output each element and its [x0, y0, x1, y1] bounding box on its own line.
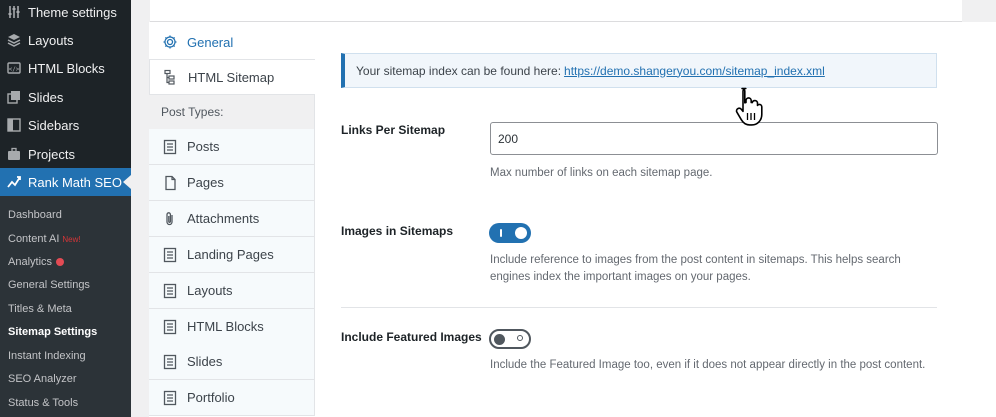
- page-icon: [161, 174, 179, 192]
- tab-label: Landing Pages: [187, 247, 274, 262]
- tab-label: Portfolio: [187, 390, 235, 405]
- toggle-off-mark: [517, 335, 523, 341]
- submenu-dashboard[interactable]: Dashboard: [8, 209, 62, 221]
- menu-item-rank-math-seo[interactable]: Rank Math SEO: [0, 168, 131, 196]
- paperclip-icon: [161, 210, 179, 228]
- submenu-seo-analyzer[interactable]: SEO Analyzer: [8, 373, 76, 385]
- menu-item-theme-settings[interactable]: Theme settings: [0, 0, 131, 26]
- tab-landing-pages[interactable]: Landing Pages: [149, 237, 315, 273]
- images-in-sitemaps-description: Include reference to images from the pos…: [490, 254, 901, 283]
- hand-pointer-icon: [735, 87, 763, 126]
- tab-label: Attachments: [187, 211, 260, 226]
- links-per-sitemap-description: Max number of links on each sitemap page…: [490, 167, 713, 179]
- sliders-icon: [6, 4, 22, 20]
- document-icon: [161, 318, 179, 336]
- menu-label: HTML Blocks: [28, 60, 105, 76]
- tab-html-sitemap[interactable]: HTML Sitemap: [149, 59, 315, 95]
- tab-portfolio[interactable]: Portfolio: [149, 380, 315, 416]
- sitemap-index-notice: Your sitemap index can be found here: ht…: [341, 53, 937, 88]
- submenu-general-settings[interactable]: General Settings: [8, 279, 90, 291]
- settings-tabs: General HTML Sitemap Post Types: Posts P…: [149, 22, 315, 417]
- include-featured-images-toggle[interactable]: [489, 329, 531, 349]
- toggle-knob: [494, 334, 505, 345]
- tab-label: Pages: [187, 175, 224, 190]
- new-badge: New!: [62, 235, 81, 244]
- tab-layouts[interactable]: Layouts: [149, 273, 315, 309]
- menu-label: Rank Math SEO: [28, 174, 122, 190]
- tab-general[interactable]: General: [149, 24, 315, 60]
- menu-label: Theme settings: [28, 4, 117, 20]
- submenu-content-ai[interactable]: Content AI New!: [8, 233, 81, 245]
- submenu-titles-meta[interactable]: Titles & Meta: [8, 303, 72, 315]
- top-card-edge: [150, 0, 962, 22]
- gear-icon: [161, 33, 179, 51]
- tab-label: Posts: [187, 139, 220, 154]
- tab-label: HTML Blocks: [187, 319, 264, 334]
- menu-item-layouts[interactable]: Layouts: [0, 26, 131, 54]
- tab-attachments[interactable]: Attachments: [149, 201, 315, 237]
- menu-item-slides[interactable]: Slides: [0, 83, 131, 111]
- links-per-sitemap-input[interactable]: [490, 122, 938, 155]
- document-icon: [161, 353, 179, 371]
- document-icon: [161, 246, 179, 264]
- tab-label: Slides: [187, 354, 223, 369]
- tab-label: HTML Sitemap: [188, 69, 275, 85]
- post-types-header: Post Types:: [149, 95, 315, 129]
- submenu-instant-indexing[interactable]: Instant Indexing: [8, 350, 86, 362]
- slides-icon: [6, 89, 22, 105]
- submenu-status-tools[interactable]: Status & Tools: [8, 397, 78, 409]
- tab-label: Layouts: [187, 283, 233, 298]
- images-in-sitemaps-label: Images in Sitemaps: [341, 224, 454, 238]
- document-icon: [161, 389, 179, 407]
- rank-math-icon: [6, 174, 22, 190]
- rank-math-submenu: Dashboard Content AI New! Analytics Gener…: [0, 196, 131, 417]
- tab-label: General: [187, 34, 234, 50]
- menu-item-html-blocks[interactable]: </> HTML Blocks: [0, 54, 131, 82]
- notice-text: Your sitemap index can be found here:: [356, 63, 562, 78]
- divider: [341, 307, 937, 308]
- sitemap-settings-panel: General HTML Sitemap Post Types: Posts P…: [149, 22, 996, 417]
- alert-dot-icon: [56, 258, 65, 267]
- tab-posts[interactable]: Posts: [149, 129, 315, 165]
- menu-label: Sidebars: [28, 117, 80, 133]
- menu-label: Slides: [28, 89, 64, 105]
- sitemap-icon: [162, 68, 180, 86]
- menu-item-projects[interactable]: Projects: [0, 140, 131, 168]
- sitemap-index-link[interactable]: https://demo.shangeryou.com/sitemap_inde…: [564, 64, 825, 78]
- sidebar-icon: [6, 117, 22, 133]
- toggle-on-mark: [500, 229, 502, 237]
- toggle-knob: [515, 227, 527, 239]
- submenu-analytics[interactable]: Analytics: [8, 256, 65, 268]
- layers-icon: [6, 32, 22, 48]
- tab-slides[interactable]: Slides: [149, 344, 315, 380]
- submenu-sitemap-settings[interactable]: Sitemap Settings: [8, 326, 97, 338]
- tab-html-blocks[interactable]: HTML Blocks: [149, 309, 315, 345]
- include-featured-images-description: Include the Featured Image too, even if …: [490, 359, 926, 371]
- include-featured-images-label: Include Featured Images: [341, 330, 482, 344]
- code-block-icon: </>: [6, 60, 22, 76]
- tab-pages[interactable]: Pages: [149, 165, 315, 201]
- document-icon: [161, 138, 179, 156]
- svg-text:</>: </>: [9, 66, 20, 73]
- links-per-sitemap-label: Links Per Sitemap: [341, 123, 446, 137]
- document-icon: [161, 282, 179, 300]
- menu-item-sidebars[interactable]: Sidebars: [0, 111, 131, 139]
- menu-label: Projects: [28, 146, 75, 162]
- briefcase-icon: [6, 146, 22, 162]
- menu-label: Layouts: [28, 32, 74, 48]
- images-in-sitemaps-toggle[interactable]: [489, 223, 531, 243]
- admin-sidebar: Theme settings Layouts </> HTML Blocks S…: [0, 0, 131, 417]
